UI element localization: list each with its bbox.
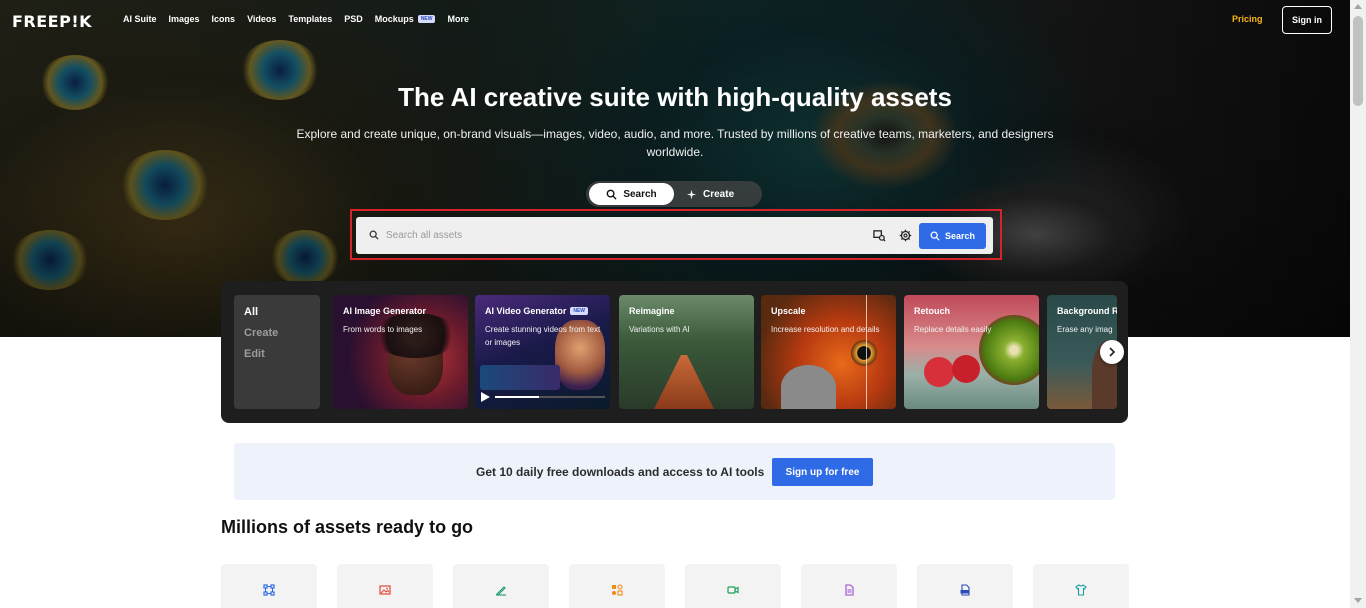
chevron-right-icon — [1109, 347, 1116, 357]
tool-card-ai-image-generator[interactable]: AI Image Generator From words to images — [333, 295, 468, 409]
search-icon — [369, 230, 379, 240]
tomato-illustration — [924, 357, 954, 387]
brush-icon — [496, 586, 506, 596]
nav-mockups-label: Mockups — [374, 14, 414, 24]
sparkle-icon — [686, 189, 697, 199]
asset-tile-videos[interactable] — [685, 564, 781, 608]
vector-icon — [263, 584, 275, 596]
card-title: Reimagine — [629, 306, 675, 316]
mockup-shirt-icon — [1075, 584, 1087, 596]
beak-illustration — [781, 365, 836, 409]
assets-section-title: Millions of assets ready to go — [221, 517, 474, 537]
nav-psd[interactable]: PSD — [344, 14, 363, 24]
asset-tile-icons[interactable] — [569, 564, 665, 608]
card-description: Increase resolution and details — [771, 325, 880, 334]
freepik-logo[interactable]: FREEP!K — [12, 12, 92, 31]
card-description: Create stunning videos from text or imag… — [485, 325, 601, 347]
nav-ai-suite[interactable]: AI Suite — [123, 14, 157, 24]
card-title-label: AI Video Generator — [485, 306, 567, 316]
nav-more[interactable]: More — [447, 14, 469, 24]
shapes-icon — [612, 584, 623, 596]
tool-card-ai-video-generator[interactable]: AI Video Generator NEW Create stunning vi… — [475, 295, 610, 409]
search-bar: Search — [356, 217, 993, 254]
asset-tile-illustrations[interactable] — [453, 564, 549, 608]
sign-in-button[interactable]: Sign in — [1282, 6, 1332, 34]
asset-category-tiles — [221, 564, 1129, 608]
pricing-link[interactable]: Pricing — [1232, 14, 1263, 24]
parrot-eye-illustration — [851, 340, 877, 366]
nav-images[interactable]: Images — [169, 14, 200, 24]
ai-tools-strip: All Create Edit AI Image Generator From … — [221, 281, 1128, 423]
new-badge: NEW — [570, 307, 589, 315]
toggle-search-button[interactable]: Search — [589, 183, 674, 205]
asset-tile-psd[interactable] — [917, 564, 1013, 608]
scrollbar-thumb[interactable] — [1353, 16, 1363, 106]
sign-up-button[interactable]: Sign up for free — [772, 458, 873, 486]
page-scrollbar[interactable] — [1350, 0, 1366, 608]
banner-text: Get 10 daily free downloads and access t… — [476, 465, 765, 479]
nav-icons[interactable]: Icons — [212, 14, 236, 24]
card-description: Variations with AI — [629, 325, 690, 334]
tool-mode-list: All Create Edit — [234, 295, 320, 409]
search-icon — [606, 189, 617, 200]
gear-icon[interactable] — [899, 229, 912, 242]
search-input[interactable] — [386, 227, 856, 244]
nav-mockups[interactable]: Mockups NEW — [375, 14, 436, 24]
asset-tile-templates[interactable] — [801, 564, 897, 608]
tool-card-upscale[interactable]: Upscale Increase resolution and details — [761, 295, 896, 409]
scroll-down-arrow-icon[interactable] — [1354, 598, 1362, 603]
asset-tile-vectors[interactable] — [221, 564, 317, 608]
image-icon — [379, 585, 391, 595]
card-title: Retouch — [914, 306, 950, 316]
card-title: AI Image Generator — [343, 306, 427, 316]
search-icon — [930, 231, 940, 241]
tool-card-reimagine[interactable]: Reimagine Variations with AI — [619, 295, 754, 409]
screen-illustration — [480, 365, 560, 390]
page: FREEP!K AI Suite Images Icons Videos Tem… — [0, 0, 1366, 608]
mode-create[interactable]: Create — [244, 327, 310, 339]
road-illustration — [654, 355, 714, 409]
search-submit-button[interactable]: Search — [919, 223, 986, 249]
card-description: From words to images — [343, 325, 423, 334]
video-progress-track[interactable] — [495, 396, 605, 398]
mode-all[interactable]: All — [244, 306, 310, 318]
image-search-icon[interactable] — [873, 229, 886, 242]
hero-subtitle: Explore and create unique, on-brand visu… — [296, 127, 1054, 159]
toggle-search-label: Search — [623, 188, 657, 200]
asset-tile-images[interactable] — [337, 564, 433, 608]
tomato-illustration — [952, 355, 980, 383]
toggle-create-label: Create — [703, 188, 735, 200]
search-create-toggle: Search Create — [586, 181, 762, 207]
card-title: Background R — [1057, 306, 1117, 316]
nav-templates[interactable]: Templates — [288, 14, 332, 24]
card-description: Replace details easily — [914, 325, 992, 334]
card-title: Upscale — [771, 306, 806, 316]
compare-divider[interactable] — [866, 295, 867, 409]
asset-tile-mockups[interactable] — [1033, 564, 1129, 608]
tool-card-retouch[interactable]: Retouch Replace details easily — [904, 295, 1039, 409]
new-badge: NEW — [417, 15, 436, 23]
video-icon — [727, 586, 739, 594]
search-button-label: Search — [944, 231, 976, 241]
toggle-create-button[interactable]: Create — [686, 183, 760, 205]
nav-links: AI Suite Images Icons Videos Templates P… — [123, 14, 481, 24]
carousel-next-button[interactable] — [1100, 340, 1124, 364]
play-icon[interactable] — [481, 392, 490, 402]
document-icon — [845, 584, 854, 596]
card-title: AI Video Generator NEW — [485, 306, 589, 316]
card-description: Erase any imag — [1057, 325, 1113, 334]
nav-videos[interactable]: Videos — [247, 14, 276, 24]
signup-banner: Get 10 daily free downloads and access t… — [234, 443, 1115, 500]
top-navigation: FREEP!K AI Suite Images Icons Videos Tem… — [0, 0, 1350, 40]
psd-icon — [960, 584, 970, 596]
hero-title: The AI creative suite with high-quality … — [398, 82, 952, 112]
video-progress-fill — [495, 396, 539, 398]
scroll-up-arrow-icon[interactable] — [1354, 4, 1362, 9]
mode-edit[interactable]: Edit — [244, 348, 310, 360]
